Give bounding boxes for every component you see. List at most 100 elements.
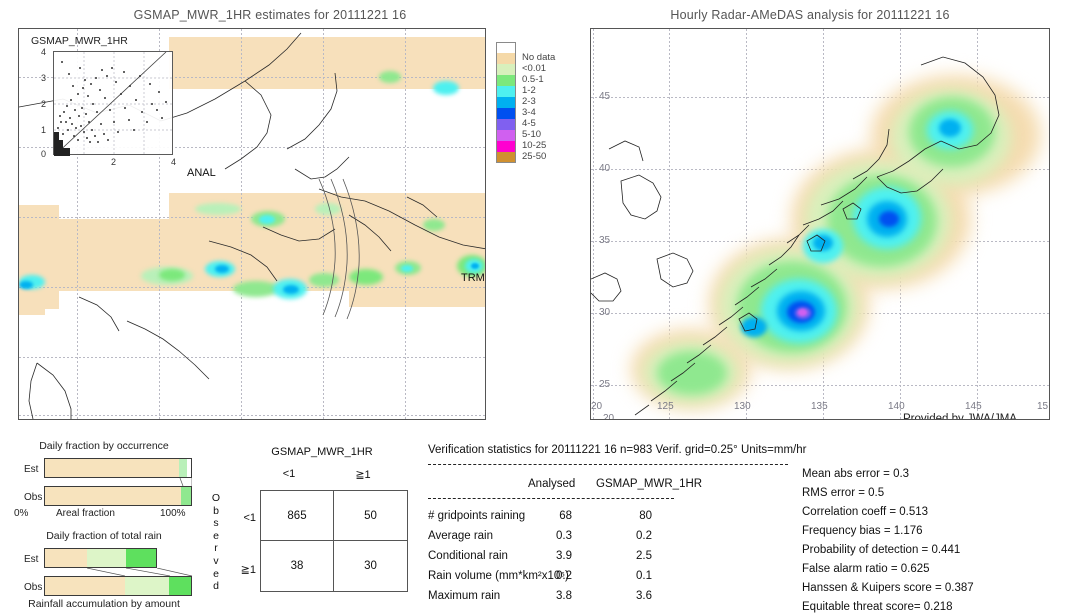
lon-tick-145: 145 — [965, 401, 982, 412]
occurrence-obs-bar — [44, 486, 192, 506]
inset-ytick-2: 2 — [41, 99, 47, 109]
stat-value-analysed: 3.9 — [556, 550, 572, 562]
rain-rate-colorbar: No data <0.01 0.5-1 1-2 2-3 3-4 4-5 5-10… — [496, 42, 558, 163]
lon-tick-150: 15 — [1037, 401, 1049, 412]
occurrence-est-label: Est — [24, 464, 39, 475]
occurrence-connector — [179, 478, 192, 486]
legend-label: No data — [522, 52, 556, 63]
score-entry: Mean abs error = 0.3 — [802, 468, 910, 480]
gsmap-verification-dashboard: GSMAP_MWR_1HR estimates for 20111221 16 … — [0, 0, 1080, 613]
score-entry: RMS error = 0.5 — [802, 487, 885, 499]
legend-swatch: 25-50 — [496, 151, 546, 163]
legend-swatch: No data — [496, 52, 555, 64]
scatter-inset: GSMAP_MWR_1HR 4 3 2 1 0 2 4 — [29, 35, 181, 167]
contingency-row-header-gte1: ≧1 — [240, 564, 256, 576]
verification-header: Verification statistics for 20111221 16 … — [428, 444, 807, 456]
legend-label: 10-25 — [522, 140, 547, 151]
gsmap-estimate-map[interactable]: GSMAP_MWR_1HR 4 3 2 1 0 2 4 ANAL TRM — [18, 28, 486, 420]
legend-label: <0.01 — [522, 63, 547, 74]
amount-est-label: Est — [24, 554, 39, 565]
inset-ytick-0: 0 — [41, 149, 47, 159]
column-rule — [428, 498, 674, 499]
legend-swatch: 1-2 — [496, 85, 536, 97]
sensor-label: TRMM/TMI — [461, 272, 485, 284]
stat-label: # gridpoints raining — [428, 510, 526, 522]
score-entry: Equitable threat score= 0.218 — [802, 601, 953, 613]
stat-value-analysed: 0.3 — [556, 530, 572, 542]
score-entry: False alarm ratio = 0.625 — [802, 563, 930, 575]
bar-segment — [45, 577, 126, 595]
contingency-row-header-lt1: <1 — [243, 512, 256, 524]
contingency-title: GSMAP_MWR_1HR — [271, 446, 373, 458]
left-panel-title: GSMAP_MWR_1HR estimates for 20111221 16 — [133, 8, 407, 22]
inset-xtick-4: 4 — [171, 157, 177, 167]
column-header-model: GSMAP_MWR_1HR — [596, 478, 703, 490]
inset-ytick-1: 1 — [41, 125, 47, 135]
contingency-table: GSMAP_MWR_1HR <1 ≧1 Observed <1 ≧1 865 5… — [208, 446, 408, 606]
lon-tick-135: 135 — [811, 401, 828, 412]
bar-segment — [180, 487, 191, 505]
lat-tick-45: 45 — [599, 91, 611, 102]
lat-tick-35: 35 — [599, 235, 611, 246]
legend-swatch: 10-25 — [496, 140, 546, 152]
stat-value-model: 80 — [639, 510, 652, 522]
legend-swatch: <0.01 — [496, 63, 546, 75]
stat-value-analysed: 68 — [559, 510, 572, 522]
legend-label: 4-5 — [522, 118, 536, 129]
legend-label: 25-50 — [522, 151, 547, 162]
occurrence-chart-title: Daily fraction by occurrence — [39, 440, 169, 452]
stat-value-model: 2.5 — [636, 550, 652, 562]
score-entry: Frequency bias = 1.176 — [802, 525, 923, 537]
legend-swatch: 4-5 — [496, 118, 536, 130]
occurrence-axis-max: 100% — [160, 508, 186, 519]
radar-amedas-map[interactable]: 45 40 35 30 25 20 20 125 130 135 140 145… — [590, 28, 1050, 420]
japan-coastline — [591, 56, 1000, 416]
occurrence-axis-label: Areal fraction — [56, 508, 115, 519]
legend-swatch: 0.5-1 — [496, 74, 544, 86]
stat-value-analysed: 3.8 — [556, 590, 572, 602]
right-panel-title: Hourly Radar-AMeDAS analysis for 2011122… — [670, 8, 950, 22]
amount-bar-chart: Daily fraction of total rain Est Obs Rai… — [8, 530, 200, 612]
contingency-cell-hit-miss: 865 — [261, 491, 334, 541]
legend-label: 3-4 — [522, 107, 536, 118]
stat-value-model: 0.1 — [636, 570, 652, 582]
legend-label: 1-2 — [522, 85, 536, 96]
stat-label: Conditional rain — [428, 550, 508, 562]
stat-label: Average rain — [428, 530, 493, 542]
bar-segment — [169, 577, 191, 595]
score-entry: Correlation coeff = 0.513 — [802, 506, 929, 518]
amount-est-bar — [44, 548, 157, 568]
anal-label: ANAL — [187, 167, 216, 179]
occurrence-axis-min: 0% — [14, 508, 29, 519]
bar-segment — [186, 459, 191, 477]
inset-ytick-4: 4 — [41, 47, 47, 57]
inset-xtick-2: 2 — [111, 157, 117, 167]
legend-swatch: 2-3 — [496, 96, 536, 108]
bar-segment — [45, 459, 180, 477]
stat-value-model: 0.2 — [636, 530, 652, 542]
lat-origin: 20 — [603, 413, 615, 420]
lat-tick-40: 40 — [599, 163, 611, 174]
observed-axis-label: Observed — [211, 492, 221, 593]
occurrence-bar-chart: Daily fraction by occurrence Est Obs 0% … — [8, 440, 200, 522]
score-entry: Hanssen & Kuipers score = 0.387 — [802, 582, 974, 594]
bar-segment — [126, 549, 156, 567]
bar-segment — [87, 549, 127, 567]
bar-segment — [179, 459, 187, 477]
amount-obs-bar — [44, 576, 192, 596]
occurrence-est-bar — [44, 458, 192, 478]
inset-title: GSMAP_MWR_1HR — [31, 35, 128, 47]
lon-tick-130: 130 — [734, 401, 751, 412]
lat-tick-30: 30 — [599, 307, 611, 318]
contingency-col-header-lt1: <1 — [282, 468, 296, 480]
stat-value-model: 3.6 — [636, 590, 652, 602]
inset-plot-area — [53, 51, 174, 157]
header-rule — [428, 464, 788, 465]
lat-tick-25: 25 — [599, 379, 611, 390]
contingency-cell-miss: 38 — [261, 541, 334, 591]
amount-chart-title: Daily fraction of total rain — [46, 530, 162, 542]
amount-chart-caption: Rainfall accumulation by amount — [28, 598, 180, 610]
lon-origin: 20 — [591, 401, 603, 412]
lon-tick-125: 125 — [657, 401, 674, 412]
bar-segment — [45, 487, 181, 505]
